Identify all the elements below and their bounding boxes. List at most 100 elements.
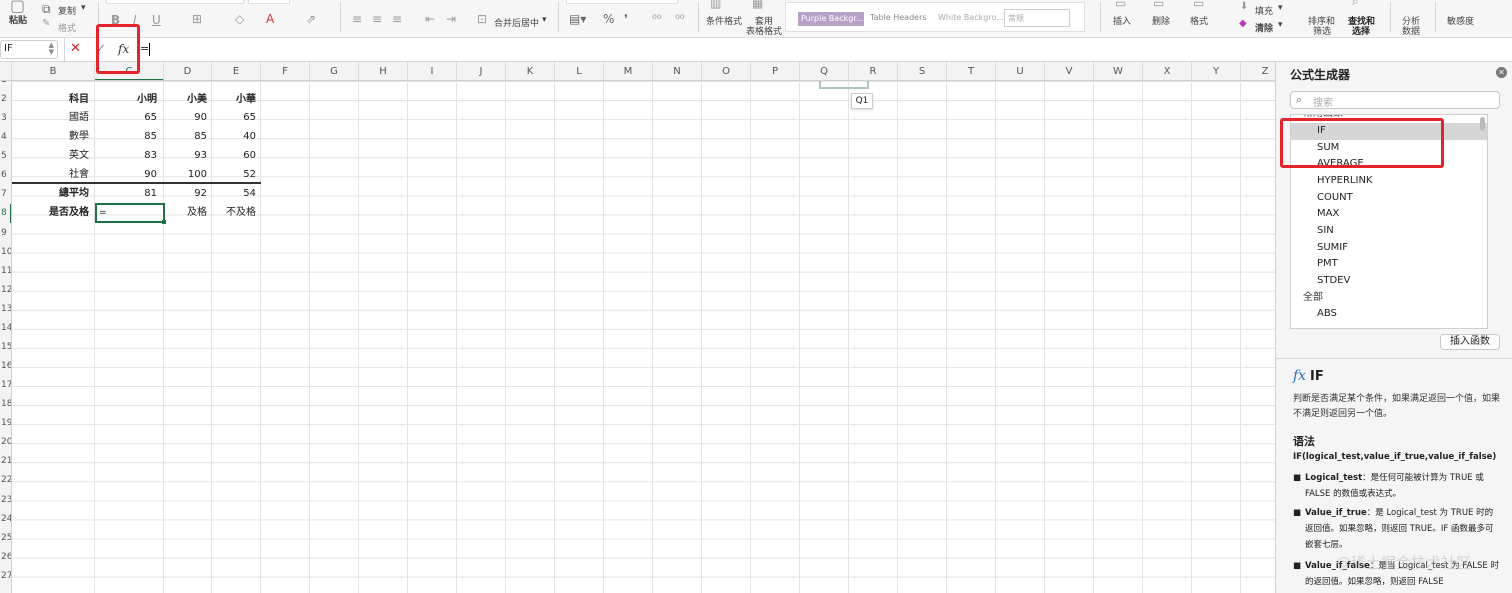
currency-icon[interactable]: ▤▾ xyxy=(569,12,586,26)
row-header-15[interactable]: 15 xyxy=(0,338,11,357)
function-item-sin[interactable]: SIN xyxy=(1291,223,1487,240)
column-header-r[interactable]: R xyxy=(849,62,898,80)
fill-dropdown-icon[interactable]: ▾ xyxy=(1278,3,1283,13)
row-header-10[interactable]: 10 xyxy=(0,243,11,262)
column-header-x[interactable]: X xyxy=(1143,62,1192,80)
cell-d2[interactable]: 小美 xyxy=(164,90,212,109)
column-header-z[interactable]: Z xyxy=(1241,62,1275,80)
column-header-p[interactable]: P xyxy=(751,62,800,80)
function-item-count[interactable]: COUNT xyxy=(1291,190,1487,207)
column-header-e[interactable]: E xyxy=(212,62,261,80)
sort-filter-button-line2[interactable]: 筛选 xyxy=(1313,24,1331,37)
column-header-f[interactable]: F xyxy=(261,62,310,80)
name-box-stepper-icon[interactable]: ▲ ▼ xyxy=(49,42,54,56)
font-color-icon[interactable]: A xyxy=(266,12,274,26)
function-item-stdev[interactable]: STDEV xyxy=(1291,273,1487,290)
analyze-data-button-line2[interactable]: 数据 xyxy=(1402,24,1420,37)
cell-c5[interactable]: 83 xyxy=(95,146,164,165)
column-header-o[interactable]: O xyxy=(702,62,751,80)
column-header-m[interactable]: M xyxy=(604,62,653,80)
cell-e3[interactable]: 65 xyxy=(212,108,261,127)
cell-d5[interactable]: 93 xyxy=(164,146,212,165)
row-header-12[interactable]: 12 xyxy=(0,281,11,300)
style-white[interactable]: White Backgro... xyxy=(938,13,1004,22)
style-normal[interactable]: 常规 xyxy=(1004,9,1070,27)
row-header-17[interactable]: 17 xyxy=(0,376,11,395)
border-icon[interactable]: ⊞ xyxy=(192,12,202,26)
font-name-select[interactable] xyxy=(106,0,244,4)
row-header-8[interactable]: 8 xyxy=(0,204,11,224)
format-painter-button[interactable]: 格式 xyxy=(58,21,76,34)
cell-c2[interactable]: 小明 xyxy=(95,90,164,109)
cell-b8[interactable]: 是否及格 xyxy=(12,203,95,222)
delete-cells-button[interactable]: 删除 xyxy=(1152,14,1170,27)
function-item-abs[interactable]: ABS xyxy=(1291,306,1487,323)
insert-cells-button[interactable]: 插入 xyxy=(1113,14,1131,27)
select-all-corner[interactable] xyxy=(0,62,12,80)
row-header-7[interactable]: 7 xyxy=(0,185,11,204)
column-header-v[interactable]: V xyxy=(1045,62,1094,80)
decimal-increase-icon[interactable]: ⁰⁰ xyxy=(652,12,662,26)
column-header-n[interactable]: N xyxy=(653,62,702,80)
column-header-b[interactable]: B xyxy=(12,62,95,80)
row-header-25[interactable]: 25 xyxy=(0,529,11,548)
fill-color-icon[interactable]: ◇ xyxy=(235,12,244,26)
find-select-button-line2[interactable]: 选择 xyxy=(1352,24,1370,37)
cell-d8[interactable]: 及格 xyxy=(164,203,212,222)
format-cells-button[interactable]: 格式 xyxy=(1190,14,1208,27)
row-header-3[interactable]: 3 xyxy=(0,109,11,128)
insert-function-button[interactable]: 插入函数 xyxy=(1440,334,1500,350)
cell-c3[interactable]: 65 xyxy=(95,108,164,127)
cell-c7[interactable]: 81 xyxy=(95,184,164,203)
percent-icon[interactable]: % xyxy=(603,12,614,26)
style-table-headers[interactable]: Table Headers xyxy=(870,13,927,22)
indent-decrease-icon[interactable]: ⇤ xyxy=(425,12,435,26)
number-format-select[interactable] xyxy=(566,0,678,4)
row-header-19[interactable]: 19 xyxy=(0,414,11,433)
row-header-4[interactable]: 4 xyxy=(0,128,11,147)
column-header-i[interactable]: I xyxy=(408,62,457,80)
function-item-hyperlink[interactable]: HYPERLINK xyxy=(1291,173,1487,190)
column-header-j[interactable]: J xyxy=(457,62,506,80)
function-item-sumif[interactable]: SUMIF xyxy=(1291,240,1487,257)
category-all[interactable]: 全部 xyxy=(1291,290,1487,307)
column-header-t[interactable]: T xyxy=(947,62,996,80)
cell-d3[interactable]: 90 xyxy=(164,108,212,127)
formula-input[interactable]: = xyxy=(140,40,1505,60)
cancel-formula-icon[interactable]: ✕ xyxy=(70,41,81,56)
column-header-l[interactable]: L xyxy=(555,62,604,80)
cell-e8[interactable]: 不及格 xyxy=(212,203,261,222)
align-right-icon[interactable]: ≡ xyxy=(392,12,402,26)
column-header-q[interactable]: Q xyxy=(800,62,849,80)
cell-e2[interactable]: 小華 xyxy=(212,90,261,109)
column-header-g[interactable]: G xyxy=(310,62,359,80)
cell-e5[interactable]: 60 xyxy=(212,146,261,165)
decimal-decrease-icon[interactable]: ⁰⁰ xyxy=(675,12,685,26)
cell-b5[interactable]: 英文 xyxy=(12,146,95,165)
row-header-13[interactable]: 13 xyxy=(0,300,11,319)
cell-c4[interactable]: 85 xyxy=(95,127,164,146)
row-header-24[interactable]: 24 xyxy=(0,510,11,529)
table-style-button-line2[interactable]: 表格格式 xyxy=(746,24,782,37)
close-icon[interactable]: ✕ xyxy=(1496,67,1507,78)
list-scrollbar[interactable] xyxy=(1480,117,1485,131)
copy-button[interactable]: 复制 xyxy=(58,4,76,17)
cell-d7[interactable]: 92 xyxy=(164,184,212,203)
merge-dropdown-icon[interactable]: ▾ xyxy=(542,15,547,25)
cell-b4[interactable]: 數學 xyxy=(12,127,95,146)
column-header-h[interactable]: H xyxy=(359,62,408,80)
row-header-5[interactable]: 5 xyxy=(0,147,11,166)
row-header-18[interactable]: 18 xyxy=(0,395,11,414)
indent-increase-icon[interactable]: ⇥ xyxy=(446,12,456,26)
row-header-6[interactable]: 6 xyxy=(0,166,11,185)
conditional-format-button[interactable]: 条件格式 xyxy=(706,14,742,27)
row-header-20[interactable]: 20 xyxy=(0,433,11,452)
style-purple[interactable]: Purple Backgr... xyxy=(798,12,864,26)
column-header-d[interactable]: D xyxy=(164,62,212,80)
function-item-max[interactable]: MAX xyxy=(1291,206,1487,223)
name-box[interactable]: IF ▲ ▼ xyxy=(0,40,58,59)
fill-button[interactable]: 填充 xyxy=(1255,4,1273,17)
merge-center-button[interactable]: 合并后居中 xyxy=(494,16,539,29)
row-header-2[interactable]: 2 xyxy=(0,90,11,109)
row-header-1[interactable]: 1 xyxy=(0,81,11,90)
